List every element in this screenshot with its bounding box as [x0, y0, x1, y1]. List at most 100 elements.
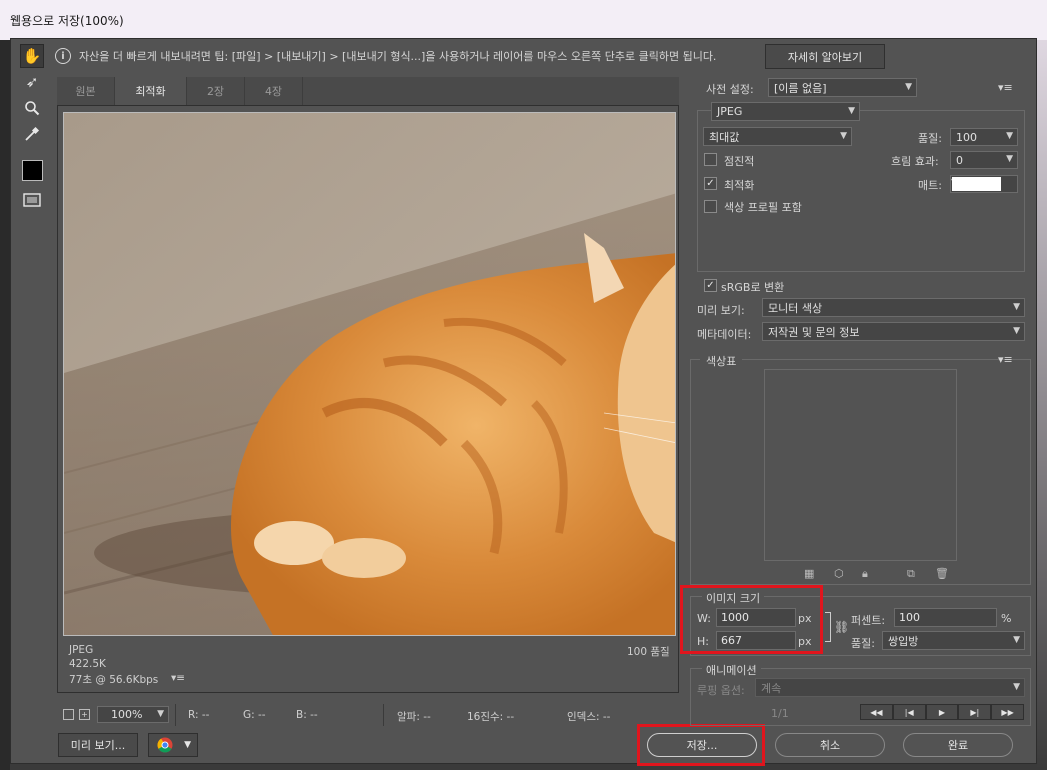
chrome-icon: [157, 737, 173, 753]
tip-bar: i 자산을 더 빠르게 내보내려면 팁: [파일] > [내보내기] > [내보…: [55, 45, 1035, 67]
constrain-bracket: [825, 612, 831, 642]
learn-more-button[interactable]: 자세히 알아보기: [765, 44, 885, 69]
previous-frame-icon[interactable]: |◀: [892, 704, 926, 720]
file-format-select[interactable]: JPEG ▼: [711, 102, 860, 121]
metadata-label: 메타데이터:: [697, 328, 752, 341]
matte-label: 매트:: [918, 179, 942, 192]
zoom-level-select[interactable]: 100% ▼: [97, 706, 169, 723]
preview-quality: 100 품질: [627, 646, 670, 658]
preset-select[interactable]: [이름 없음] ▼: [768, 78, 917, 97]
eyedropper-tool-icon[interactable]: [20, 122, 44, 146]
slice-select-tool-icon[interactable]: ➶: [20, 70, 44, 94]
save-button[interactable]: 저장...: [647, 733, 757, 757]
done-button[interactable]: 완료: [903, 733, 1013, 757]
tab-strip-fill: [303, 77, 679, 105]
divider: [175, 704, 176, 726]
preset-label: 사전 설정:: [706, 83, 754, 96]
lock-icon[interactable]: 🔒︎: [862, 567, 868, 581]
preview-button[interactable]: 미리 보기...: [58, 733, 138, 757]
chevron-down-icon: ▼: [1013, 681, 1020, 692]
blur-label: 흐림 효과:: [891, 155, 939, 168]
cube-icon[interactable]: ⬡: [834, 567, 844, 580]
eyedropper-color-swatch[interactable]: [22, 160, 43, 181]
link-icon[interactable]: ⛓︎: [834, 620, 849, 634]
chevron-down-icon: ▼: [905, 81, 912, 92]
window-title: 웹용으로 저장(100%): [10, 14, 124, 28]
hand-tool-icon[interactable]: ✋: [20, 44, 44, 68]
convert-srgb-checkbox[interactable]: ✓: [704, 279, 717, 292]
percent-label: 퍼센트:: [851, 614, 886, 627]
zoom-out-icon[interactable]: [63, 709, 74, 720]
embed-color-profile-checkbox[interactable]: [704, 200, 717, 213]
image-size-title: 이미지 크기: [702, 590, 765, 606]
browser-select[interactable]: ▼: [148, 733, 198, 757]
tip-text: 자산을 더 빠르게 내보내려면 팁: [파일] > [내보내기] > [내보내기…: [79, 50, 717, 63]
tab-original[interactable]: 원본: [57, 77, 115, 105]
tab-4up[interactable]: 4장: [245, 77, 303, 105]
chevron-down-icon: ▼: [1013, 301, 1020, 312]
height-input[interactable]: 667: [716, 631, 796, 650]
color-table-swatches[interactable]: [764, 369, 957, 561]
red-value: R: --: [188, 709, 210, 721]
matte-select[interactable]: ▼: [950, 175, 1018, 193]
quality-preset-value: 최대값: [709, 130, 740, 144]
optimized-checkbox[interactable]: ✓: [704, 177, 717, 190]
quality-preset-select[interactable]: 최대값 ▼: [703, 127, 852, 146]
alpha-value: 알파: --: [397, 711, 431, 723]
percent-unit: %: [1001, 612, 1012, 625]
preview-file-size: 422.5K: [69, 658, 106, 670]
color-table-menu-icon[interactable]: ▾≡: [998, 353, 1013, 366]
optimized-label: 최적화: [724, 179, 755, 192]
blur-input[interactable]: 0 ▼: [950, 151, 1018, 169]
tab-2up[interactable]: 2장: [187, 77, 245, 105]
progressive-checkbox[interactable]: [704, 153, 717, 166]
background-right: [1037, 0, 1047, 770]
chevron-down-icon: ▼: [1006, 154, 1013, 164]
loop-select[interactable]: 계속 ▼: [755, 678, 1025, 697]
toggle-slices-icon[interactable]: [20, 188, 44, 212]
blur-value: 0: [956, 153, 963, 167]
embed-color-profile-label: 색상 프로필 포함: [724, 201, 802, 214]
animation-controls: ◀◀ |◀ ▶ ▶| ▶▶: [860, 704, 1024, 720]
zoom-in-icon[interactable]: +: [79, 709, 90, 720]
info-icon: i: [55, 48, 71, 64]
progressive-label: 점진적: [724, 155, 755, 168]
zoom-level-value: 100%: [111, 708, 143, 721]
tab-optimized[interactable]: 최적화: [115, 77, 187, 105]
metadata-select[interactable]: 저작권 및 문의 정보 ▼: [762, 322, 1025, 341]
preset-menu-icon[interactable]: ▾≡: [998, 81, 1013, 94]
resample-select[interactable]: 쌍입방 ▼: [882, 631, 1025, 650]
width-unit: px: [798, 612, 812, 625]
color-table-title: 색상표: [700, 353, 743, 369]
width-input[interactable]: 1000: [716, 608, 796, 627]
web-snap-icon[interactable]: ▦: [804, 567, 814, 580]
height-unit: px: [798, 635, 812, 648]
loop-label: 루핑 옵션:: [697, 684, 745, 697]
optimized-image-preview[interactable]: [63, 112, 676, 636]
background-left: [0, 40, 10, 770]
cancel-button[interactable]: 취소: [775, 733, 885, 757]
play-icon[interactable]: ▶: [925, 704, 959, 720]
new-color-icon[interactable]: ⧉: [907, 567, 915, 581]
next-frame-icon[interactable]: ▶|: [958, 704, 992, 720]
height-label: H:: [697, 635, 709, 648]
quality-input[interactable]: 100 ▼: [950, 128, 1018, 146]
chevron-down-icon: ▼: [1006, 131, 1013, 141]
resample-label: 품질:: [851, 637, 875, 650]
zoom-tool-icon[interactable]: [20, 96, 44, 120]
preset-value: [이름 없음]: [774, 81, 827, 95]
trash-icon[interactable]: 🗑︎: [935, 567, 949, 580]
quality-label: 품질:: [918, 132, 942, 145]
index-value: 인덱스: --: [567, 711, 611, 723]
cat-photo: [64, 113, 675, 635]
percent-input[interactable]: 100: [894, 608, 997, 627]
loop-value: 계속: [761, 681, 782, 695]
last-frame-icon[interactable]: ▶▶: [991, 704, 1024, 720]
chevron-down-icon: ▼: [840, 130, 847, 141]
preview-mode-select[interactable]: 모니터 색상 ▼: [762, 298, 1025, 317]
chevron-down-icon: ▼: [157, 708, 164, 719]
hex-value: 16진수: --: [467, 711, 515, 723]
first-frame-icon[interactable]: ◀◀: [860, 704, 893, 720]
preview-mode-value: 모니터 색상: [768, 301, 823, 315]
download-speed-menu-icon[interactable]: ▾≡: [171, 672, 185, 684]
